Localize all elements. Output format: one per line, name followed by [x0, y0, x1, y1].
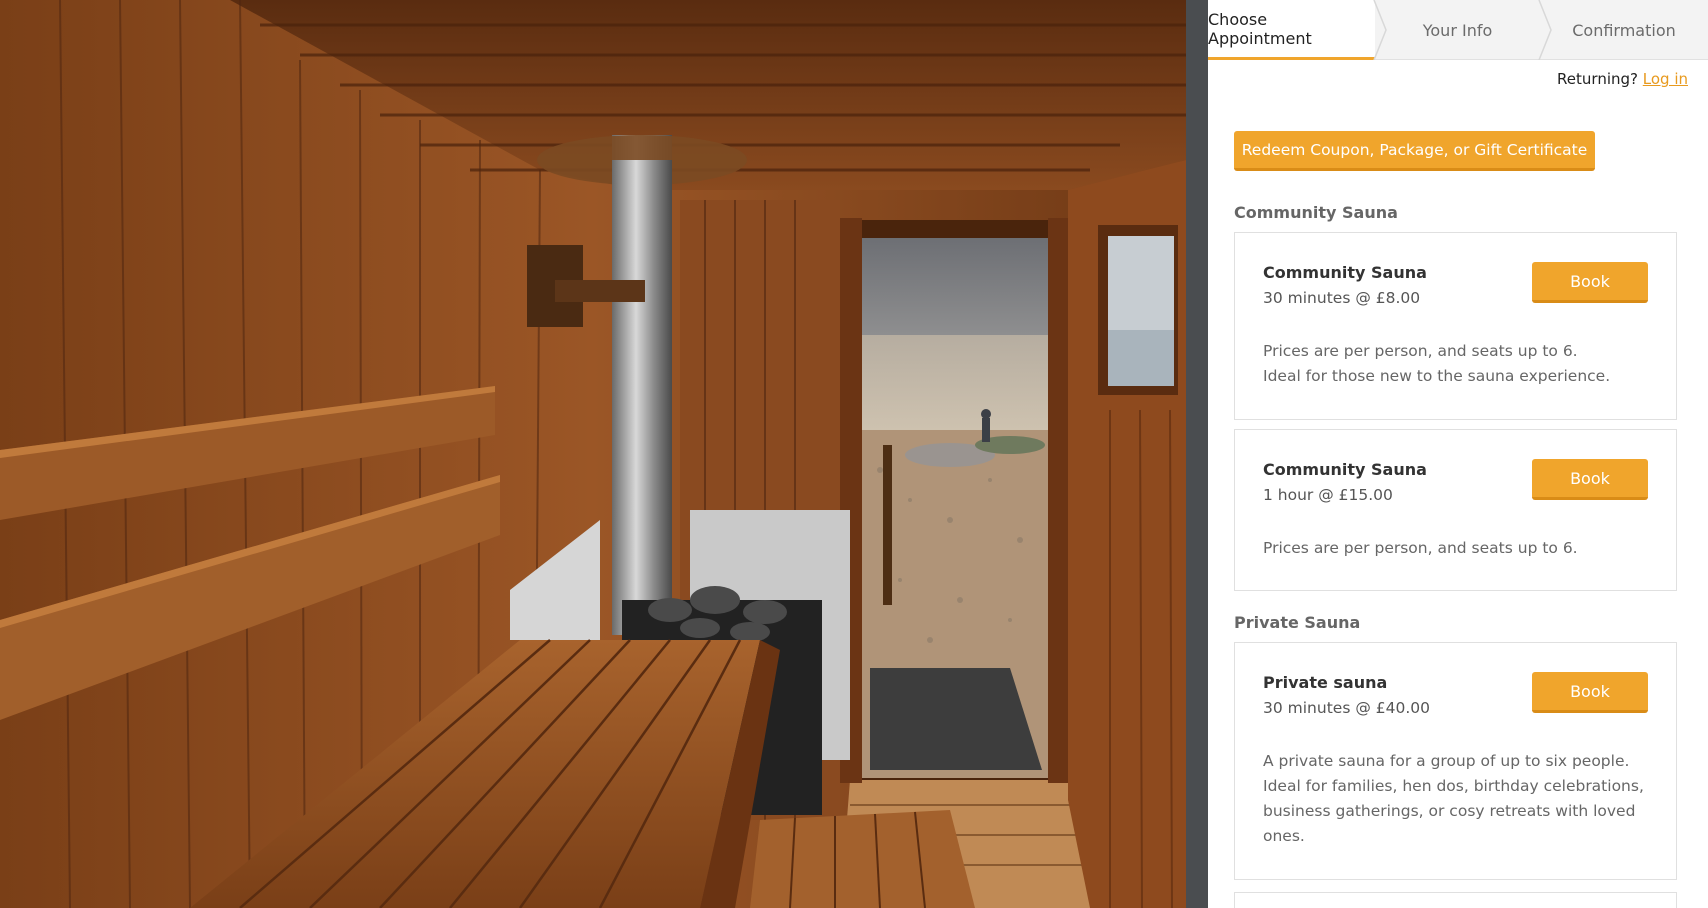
description-line: Prices are per person, and seats up to 6… [1263, 539, 1578, 557]
service-description: A private sauna for a group of up to six… [1263, 749, 1653, 849]
description-line: Prices are per person, and seats up to 6… [1263, 342, 1578, 360]
login-link[interactable]: Log in [1643, 70, 1688, 88]
chevron-right-icon [1538, 0, 1552, 60]
description-line: ones. [1263, 827, 1305, 845]
returning-prompt: Returning? Log in [1557, 70, 1688, 88]
sauna-interior-illustration [0, 0, 1186, 908]
description-line: Ideal for families, hen dos, birthday ce… [1263, 777, 1644, 795]
service-duration-price: 1 hour @ £15.00 [1263, 486, 1393, 504]
category-heading: Private Sauna [1234, 613, 1361, 632]
service-card: Community Sauna 1 hour @ £15.00 Book Pri… [1234, 429, 1677, 591]
step-label: Confirmation [1572, 20, 1676, 40]
service-title: Community Sauna [1263, 460, 1427, 479]
service-description: Prices are per person, and seats up to 6… [1263, 339, 1653, 389]
redeem-coupon-button[interactable]: Redeem Coupon, Package, or Gift Certific… [1234, 131, 1595, 171]
service-description: Prices are per person, and seats up to 6… [1263, 536, 1653, 561]
panel-divider [1186, 0, 1208, 908]
booking-panel: Choose Appointment Your Info Confirmatio… [1208, 0, 1708, 908]
book-button[interactable]: Book [1532, 672, 1648, 713]
step-confirmation[interactable]: Confirmation [1540, 0, 1708, 60]
step-your-info[interactable]: Your Info [1375, 0, 1540, 60]
booking-steps: Choose Appointment Your Info Confirmatio… [1208, 0, 1708, 60]
category-heading: Community Sauna [1234, 203, 1398, 222]
service-card: Community Sauna 30 minutes @ £8.00 Book … [1234, 232, 1677, 420]
sauna-photo [0, 0, 1186, 908]
description-line: Ideal for those new to the sauna experie… [1263, 367, 1611, 385]
step-choose-appointment[interactable]: Choose Appointment [1208, 0, 1375, 60]
service-duration-price: 30 minutes @ £40.00 [1263, 699, 1430, 717]
service-title: Private sauna [1263, 673, 1388, 692]
chevron-right-icon [1373, 0, 1387, 60]
service-card [1234, 892, 1677, 908]
book-button[interactable]: Book [1532, 262, 1648, 303]
description-line: A private sauna for a group of up to six… [1263, 752, 1630, 770]
service-title: Community Sauna [1263, 263, 1427, 282]
description-line: business gatherings, or cosy retreats wi… [1263, 802, 1636, 820]
book-button[interactable]: Book [1532, 459, 1648, 500]
step-label: Your Info [1422, 20, 1493, 40]
step-label: Choose Appointment [1208, 9, 1312, 48]
returning-text: Returning? [1557, 70, 1638, 88]
service-card: Private sauna 30 minutes @ £40.00 Book A… [1234, 642, 1677, 880]
service-duration-price: 30 minutes @ £8.00 [1263, 289, 1421, 307]
